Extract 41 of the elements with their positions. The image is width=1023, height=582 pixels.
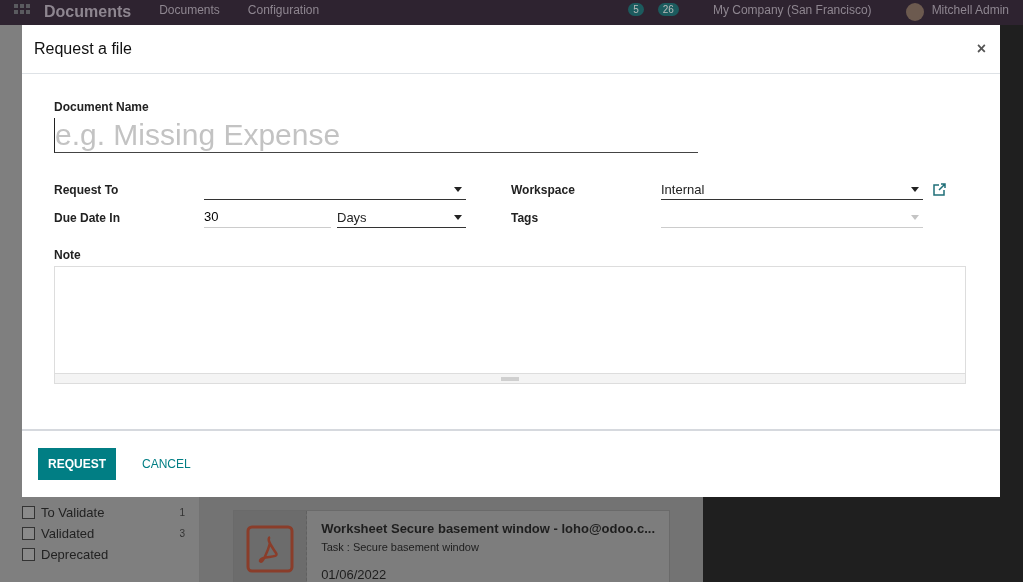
filter-label[interactable]: Validated [41, 526, 174, 541]
filter-checkbox[interactable] [22, 506, 35, 519]
notification-badge[interactable]: 26 [657, 3, 679, 16]
filter-label[interactable]: Deprecated [41, 547, 185, 562]
pdf-icon [246, 524, 295, 573]
select-field[interactable]: Internal [661, 179, 923, 200]
card-date: 01/06/2022 [321, 567, 388, 582]
document-card[interactable]: Worksheet Secure basement window - loho@odoo.c... Task : Secure basement window 01/06/2022 [233, 510, 670, 582]
user-menu[interactable]: Mitchell Admin [931, 3, 1009, 17]
filter-checkbox[interactable] [22, 548, 35, 561]
select-field[interactable]: Days [337, 207, 466, 228]
grip-icon [501, 376, 519, 381]
filter-label[interactable]: To Validate [41, 505, 174, 520]
caret-icon [911, 214, 919, 220]
close-button[interactable]: × [974, 40, 988, 58]
cancel-button[interactable]: CANCEL [132, 448, 201, 480]
company-switcher[interactable]: My Company (San Francisco) [712, 3, 872, 17]
filter-count: 3 [179, 528, 185, 539]
request-button[interactable]: REQUEST [38, 448, 116, 480]
document-name-input[interactable]: e.g. Missing Expense [54, 118, 698, 153]
dialog-title: Request a file [34, 40, 132, 58]
field-label: Due Date In [54, 210, 121, 225]
notification-badge[interactable]: 5 [628, 3, 644, 16]
external-link-icon[interactable] [933, 183, 946, 196]
menu-item[interactable]: Documents [159, 3, 220, 17]
filter-checkbox[interactable] [22, 527, 35, 540]
field-label: Workspace [511, 182, 576, 197]
caret-icon [454, 186, 462, 192]
field-label: Note [54, 248, 82, 262]
menu-item[interactable]: Configuration [247, 3, 320, 17]
card-title: Worksheet Secure basement window - loho@odoo.c... [321, 521, 655, 536]
field-label: Document Name [54, 100, 150, 114]
filter-count: 1 [179, 507, 185, 518]
caret-icon [911, 186, 919, 192]
field-label: Request To [54, 182, 120, 197]
app-name: Documents [44, 3, 132, 21]
card-subtitle: Task : Secure basement window [321, 541, 480, 553]
number-input[interactable]: 30 [204, 207, 331, 228]
field-label: Tags [511, 210, 540, 225]
avatar-icon[interactable] [905, 3, 924, 21]
caret-icon [454, 214, 462, 220]
